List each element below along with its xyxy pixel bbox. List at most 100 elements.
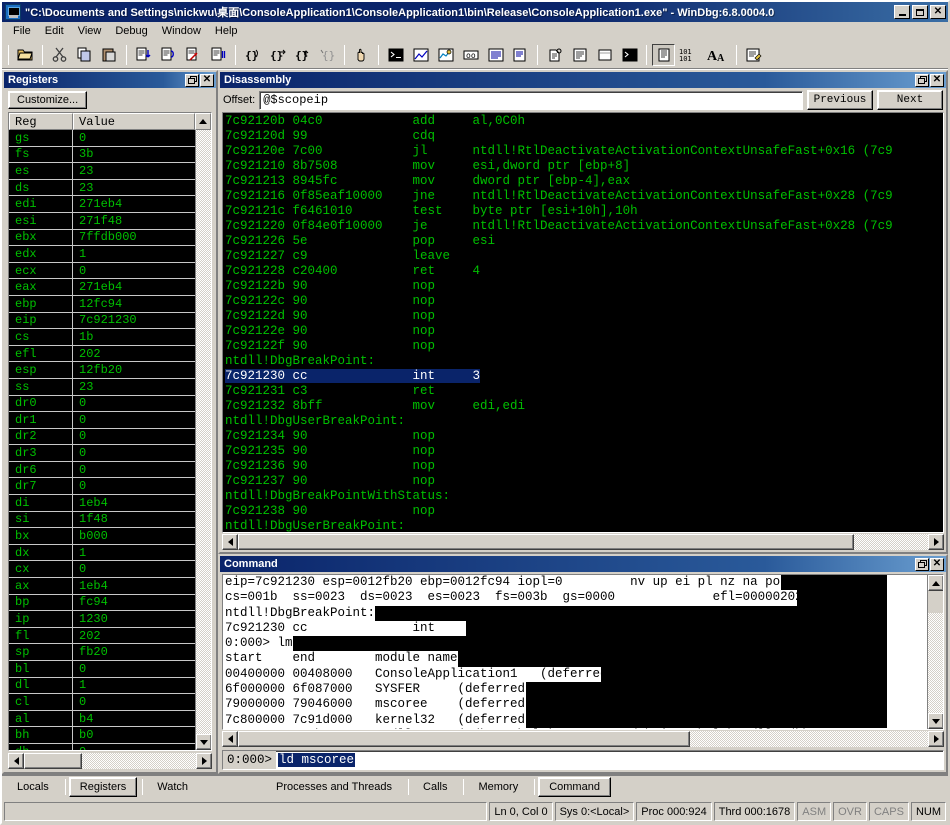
register-row[interactable]: dh0 (9, 743, 195, 750)
disassembly-line[interactable]: 7c92121c f6461010 test byte ptr [esi+10h… (225, 204, 943, 219)
register-value[interactable]: fc94 (73, 595, 195, 609)
register-row[interactable]: ds 23 (9, 179, 195, 197)
register-value[interactable]: 23 (73, 380, 195, 394)
register-row[interactable]: eip 7c921230 (9, 312, 195, 330)
register-row[interactable]: bh b0 (9, 727, 195, 744)
register-row[interactable]: ax 1eb4 (9, 578, 195, 595)
register-value[interactable]: 0 (73, 745, 195, 750)
customize-button[interactable]: Customize... (8, 91, 88, 109)
disassembly-line[interactable]: 7c921228 c20400 ret 4 (225, 264, 943, 279)
disassembly-lines[interactable]: 7c92120b 04c0 add al,0C0h 7c92120d 99 cdq… (223, 113, 943, 532)
scratch-pad-icon[interactable] (593, 44, 616, 66)
register-value[interactable]: fb20 (73, 645, 195, 659)
disassembly-line[interactable]: 7c92122e 90 nop (225, 324, 943, 339)
disassembly-line[interactable]: 7c921227 c9 leave (225, 249, 943, 264)
register-row[interactable]: dr6 0 (9, 461, 195, 479)
command-output-line[interactable]: 79000000 79046000 mscoree (deferred) (225, 697, 927, 713)
disassembly-close-button[interactable]: ✕ (930, 73, 944, 87)
command-horizontal-scrollbar[interactable] (222, 731, 944, 747)
command-input-row[interactable]: 0:000> ld mscoree (222, 750, 944, 770)
cut-icon[interactable] (48, 44, 71, 66)
disassembly-scroll-right-button[interactable] (928, 534, 944, 550)
register-value[interactable]: 1eb4 (73, 496, 195, 510)
step-into-icon[interactable] (132, 44, 155, 66)
register-value[interactable]: 0 (73, 695, 195, 709)
registers-scroll-right-button[interactable] (196, 753, 212, 769)
register-value[interactable]: 0 (73, 396, 195, 410)
register-row[interactable]: bp fc94 (9, 594, 195, 612)
paste-icon[interactable] (98, 44, 121, 66)
close-button[interactable]: ✕ (930, 5, 946, 19)
register-row[interactable]: di 1eb4 (9, 495, 195, 512)
registers-scroll-down-button[interactable] (196, 734, 211, 750)
register-value[interactable]: 1f48 (73, 512, 195, 526)
column-header-reg[interactable]: Reg (9, 113, 73, 130)
disassembly-line[interactable]: 7c92122c 90 nop (225, 294, 943, 309)
disassembly-line[interactable]: 7c921216 0f85eaf10000 jne ntdll!RtlDeact… (225, 189, 943, 204)
disassembly-line[interactable]: ntdll!DbgBreakPoint: (225, 354, 943, 369)
register-row[interactable]: edx 1 (9, 246, 195, 263)
window-shell-icon[interactable] (618, 44, 641, 66)
disassembly-hscroll-thumb[interactable] (238, 534, 854, 550)
command-output-line[interactable]: ntdll!DbgBreakPoint: (225, 605, 927, 621)
menu-help[interactable]: Help (208, 23, 245, 39)
register-row[interactable]: eax 271eb4 (9, 279, 195, 296)
command-output-line[interactable]: 0:000> lm (225, 636, 927, 652)
registers-hscroll-track[interactable] (82, 753, 196, 769)
register-row[interactable]: ebx 7ffdb000 (9, 229, 195, 247)
register-row[interactable]: si 1f48 (9, 511, 195, 529)
command-hscroll-track[interactable] (690, 731, 928, 747)
register-row[interactable]: cs 1b (9, 329, 195, 346)
command-output-line[interactable]: 7c800000 7c91d000 kernel32 (deferred) (225, 712, 927, 728)
run-to-cursor-icon[interactable] (207, 44, 230, 66)
locals-window-icon[interactable] (434, 44, 457, 66)
command-vertical-scrollbar[interactable] (927, 575, 943, 729)
register-value[interactable]: 0 (73, 413, 195, 427)
register-value[interactable]: 0 (73, 264, 195, 278)
disassembly-line[interactable]: 7c921234 90 nop (225, 429, 943, 444)
go-icon[interactable]: {} (266, 44, 289, 66)
disassembly-line[interactable]: 7c92122b 90 nop (225, 279, 943, 294)
register-value[interactable]: 7c921230 (73, 313, 195, 327)
register-row[interactable]: dr0 0 (9, 395, 195, 413)
register-value[interactable]: 23 (73, 164, 195, 178)
disassembly-line[interactable]: 7c921210 8b7508 mov esi,dword ptr [ebp+8… (225, 159, 943, 174)
register-row[interactable]: ebp 12fc94 (9, 295, 195, 313)
command-output-line[interactable]: 6f000000 6f087000 SYSFER (deferred) (225, 682, 927, 698)
register-row[interactable]: dr2 0 (9, 428, 195, 446)
maximize-button[interactable] (912, 5, 928, 19)
notes-icon[interactable] (742, 44, 765, 66)
disassembly-line[interactable]: ntdll!DbgBreakPointWithStatus: (225, 489, 943, 504)
source-mode-icon[interactable] (652, 43, 675, 66)
disassembly-line[interactable]: 7c921236 90 nop (225, 459, 943, 474)
command-output-line[interactable]: cs=001b ss=0023 ds=0023 es=0023 fs=003b … (225, 590, 927, 606)
next-button[interactable]: Next (877, 90, 943, 110)
register-value[interactable]: 271f48 (73, 214, 195, 228)
disassembly-line[interactable]: 7c921232 8bff mov edi,edi (225, 399, 943, 414)
register-value[interactable]: 1 (73, 546, 195, 560)
copy-icon[interactable] (73, 44, 96, 66)
disassembly-line-selected[interactable]: 7c921230 cc int 3 (225, 369, 943, 384)
command-output-line[interactable]: eip=7c921230 esp=0012fb20 ebp=0012fc94 i… (225, 575, 927, 591)
register-row[interactable]: al b4 (9, 710, 195, 728)
register-value[interactable]: 0 (73, 662, 195, 676)
menu-file[interactable]: File (6, 23, 38, 39)
disassembly-line[interactable]: 7c92120b 04c0 add al,0C0h (225, 114, 943, 129)
register-value[interactable]: 3b (73, 147, 195, 161)
register-value[interactable]: 1b (73, 330, 195, 344)
source-window-icon[interactable] (568, 44, 591, 66)
register-value[interactable]: 7ffdb000 (73, 230, 195, 244)
register-value[interactable]: 12fb20 (73, 363, 195, 377)
register-value[interactable]: 0 (73, 429, 195, 443)
register-value[interactable]: 271eb4 (73, 197, 195, 211)
register-row[interactable]: bl 0 (9, 661, 195, 678)
register-value[interactable]: 1 (73, 247, 195, 261)
disassembly-line[interactable]: 7c921238 90 nop (225, 504, 943, 519)
disassembly-line[interactable]: 7c921213 8945fc mov dword ptr [ebp-4],ea… (225, 174, 943, 189)
register-value[interactable]: 271eb4 (73, 280, 195, 294)
restart-icon[interactable]: {} (291, 44, 314, 66)
register-value[interactable]: b0 (73, 728, 195, 742)
register-row[interactable]: fs 3b (9, 146, 195, 164)
command-window-icon[interactable] (384, 44, 407, 66)
command-output-line[interactable]: start end module name (225, 651, 927, 667)
